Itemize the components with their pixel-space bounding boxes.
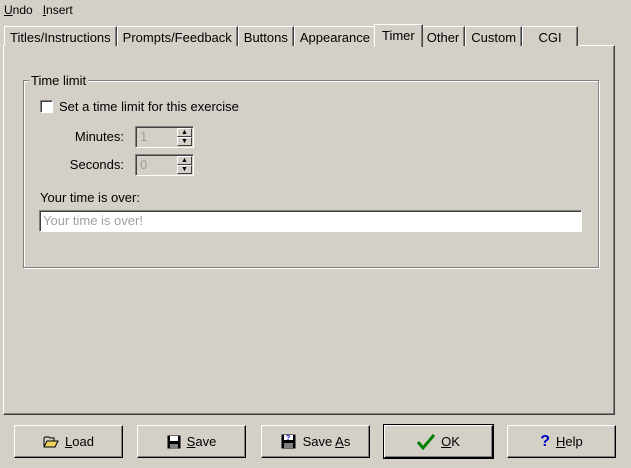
tab-appearance[interactable]: Appearance [293, 26, 376, 46]
tab-buttons[interactable]: Buttons [237, 26, 294, 46]
folder-open-icon [43, 435, 59, 449]
minutes-spin-buttons: ▲ ▼ [177, 128, 192, 146]
floppy-disk-question-icon: ? [281, 434, 297, 449]
tab-strip: Titles/Instructions Prompts/Feedback But… [4, 24, 579, 47]
tab-timer[interactable]: Timer [374, 24, 423, 47]
time-limit-checkbox-row[interactable]: Set a time limit for this exercise [40, 99, 239, 114]
green-check-icon [417, 433, 436, 450]
minutes-up-arrow-icon[interactable]: ▲ [177, 128, 192, 137]
checkbox-label: Set a time limit for this exercise [59, 99, 239, 114]
seconds-value: 0 [140, 157, 148, 172]
tab-other[interactable]: Other [420, 26, 466, 46]
minutes-spinner[interactable]: 1 ▲ ▼ [135, 126, 194, 148]
help-button[interactable]: ? Help [507, 425, 616, 458]
menu-insert[interactable]: Insert [43, 3, 73, 17]
tab-cgi[interactable]: CGI [522, 26, 579, 46]
tab-titles-instructions[interactable]: Titles/Instructions [4, 26, 117, 46]
menu-bar: Undo Insert [0, 0, 631, 20]
save-button[interactable]: Save [137, 425, 246, 458]
time-over-label: Your time is over: [40, 190, 140, 205]
seconds-down-arrow-icon[interactable]: ▼ [177, 165, 192, 174]
tab-prompts-feedback[interactable]: Prompts/Feedback [116, 26, 238, 46]
time-limit-checkbox[interactable] [40, 100, 53, 113]
floppy-disk-icon [167, 435, 181, 449]
menu-undo[interactable]: Undo [4, 3, 33, 17]
svg-text:?: ? [286, 435, 290, 442]
ok-button[interactable]: OK [383, 424, 494, 459]
save-as-button[interactable]: ? Save As [261, 425, 370, 458]
load-button[interactable]: Load [14, 425, 123, 458]
group-title: Time limit [29, 73, 89, 88]
minutes-value: 1 [140, 129, 148, 144]
seconds-up-arrow-icon[interactable]: ▲ [177, 156, 192, 165]
blue-question-icon: ? [540, 432, 551, 450]
seconds-spinner[interactable]: 0 ▲ ▼ [135, 154, 194, 176]
tab-panel-timer: Time limit Set a time limit for this exe… [3, 45, 615, 415]
seconds-label: Seconds: [69, 157, 124, 172]
seconds-spin-buttons: ▲ ▼ [177, 156, 192, 174]
tab-custom[interactable]: Custom [465, 26, 523, 46]
time-limit-group: Time limit Set a time limit for this exe… [23, 73, 599, 268]
minutes-label: Minutes: [74, 129, 124, 144]
minutes-down-arrow-icon[interactable]: ▼ [177, 137, 192, 146]
time-over-message-input[interactable]: Your time is over! [39, 210, 582, 232]
